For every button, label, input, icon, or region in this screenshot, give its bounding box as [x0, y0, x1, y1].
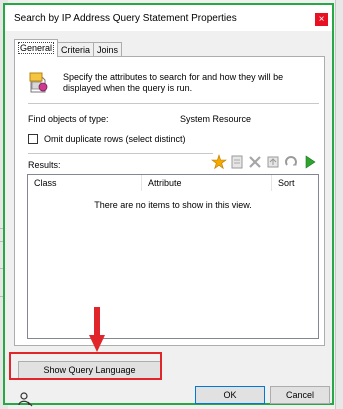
background-window-right: [335, 0, 343, 409]
separator: [28, 153, 213, 154]
close-button[interactable]: ×: [315, 13, 328, 26]
empty-list-message: There are no items to show in this view.: [94, 200, 252, 210]
query-properties-icon: [29, 72, 49, 94]
user-agent-icon: [17, 391, 33, 407]
column-header-attribute[interactable]: Attribute: [142, 175, 272, 191]
dialog-title: Search by IP Address Query Statement Pro…: [14, 13, 237, 24]
ok-button[interactable]: OK: [195, 386, 265, 404]
find-objects-value: System Resource: [180, 114, 252, 124]
separator: [28, 103, 319, 104]
properties-dialog: Search by IP Address Query Statement Pro…: [3, 3, 334, 407]
red-down-arrow-icon: [89, 307, 105, 352]
cancel-button[interactable]: Cancel: [270, 386, 330, 404]
tab-general[interactable]: General: [14, 39, 59, 57]
move-up-icon[interactable]: [265, 154, 281, 170]
run-arrow-icon[interactable]: [302, 154, 318, 170]
column-header-class[interactable]: Class: [28, 175, 142, 191]
results-list[interactable]: Class Attribute Sort There are no items …: [27, 174, 319, 339]
title-bar: Search by IP Address Query Statement Pro…: [5, 5, 332, 31]
tab-joins[interactable]: Joins: [93, 42, 123, 56]
general-tab-panel: Specify the attributes to search for and…: [14, 56, 325, 346]
new-star-icon[interactable]: [211, 154, 227, 170]
highlight-box: [9, 352, 162, 380]
delete-icon[interactable]: [247, 154, 263, 170]
description-text: Specify the attributes to search for and…: [63, 72, 284, 93]
properties-icon[interactable]: [229, 154, 245, 170]
column-header-sort[interactable]: Sort: [272, 175, 318, 191]
omit-duplicates-checkbox[interactable]: [28, 134, 38, 144]
tab-criteria[interactable]: Criteria: [57, 42, 95, 56]
results-label: Results:: [28, 160, 61, 170]
find-objects-label: Find objects of type:: [28, 114, 109, 124]
omit-duplicates-label[interactable]: Omit duplicate rows (select distinct): [44, 134, 186, 144]
move-down-icon[interactable]: [283, 154, 299, 170]
